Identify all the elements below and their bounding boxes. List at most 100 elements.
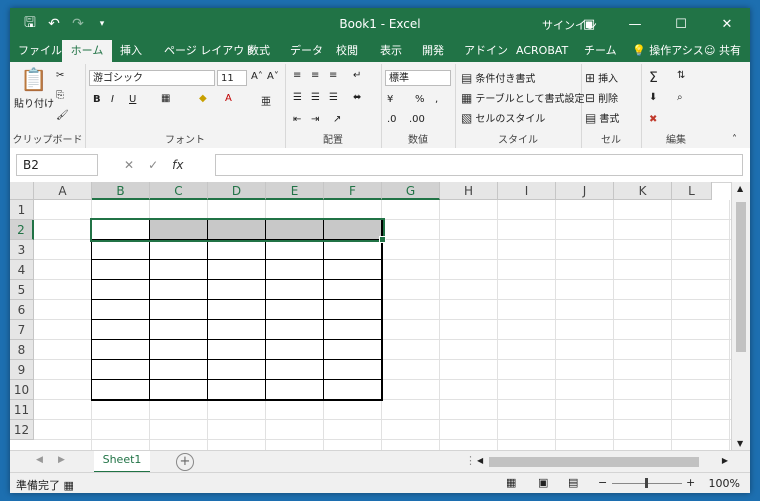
- column-header[interactable]: L: [672, 182, 712, 200]
- tab-acrobat[interactable]: ACROBAT: [512, 40, 572, 62]
- tab-file[interactable]: ファイル: [14, 40, 66, 62]
- macro-record-icon[interactable]: ▦: [64, 479, 74, 492]
- minimize-icon[interactable]: —: [612, 8, 658, 40]
- font-color-icon[interactable]: A: [225, 93, 232, 104]
- row-header[interactable]: 1: [10, 200, 34, 220]
- tab-insert[interactable]: 挿入: [116, 40, 146, 62]
- accounting-format-icon[interactable]: ¥: [387, 94, 393, 105]
- sheet-tab[interactable]: Sheet1: [94, 451, 150, 474]
- zoom-slider-thumb[interactable]: [645, 478, 648, 488]
- scroll-right-icon[interactable]: ▶: [722, 456, 728, 465]
- column-header[interactable]: H: [440, 182, 498, 200]
- row-header[interactable]: 11: [10, 400, 34, 420]
- tab-addins[interactable]: アドイン: [460, 40, 512, 62]
- ribbon-display-icon[interactable]: ▣: [566, 8, 612, 40]
- row-header[interactable]: 9: [10, 360, 34, 380]
- borders-icon[interactable]: ▦: [161, 93, 170, 104]
- add-sheet-icon[interactable]: +: [176, 453, 194, 471]
- scroll-down-icon[interactable]: ▼: [737, 439, 743, 448]
- column-header[interactable]: D: [208, 182, 266, 200]
- insert-cells-button[interactable]: ⊞ 挿入: [585, 70, 618, 86]
- cell-styles-button[interactable]: ▧ セルのスタイル: [461, 110, 545, 126]
- row-header[interactable]: 7: [10, 320, 34, 340]
- collapse-ribbon-icon[interactable]: ˄: [732, 134, 737, 145]
- wrap-text-icon[interactable]: ↵: [353, 70, 361, 81]
- zoom-level[interactable]: 100%: [709, 477, 740, 490]
- phonetic-icon[interactable]: 亜: [261, 93, 271, 108]
- format-cells-button[interactable]: ▤ 書式: [585, 110, 619, 126]
- insert-function-icon[interactable]: fx: [172, 158, 183, 172]
- column-header[interactable]: K: [614, 182, 672, 200]
- decrease-decimal-icon[interactable]: .00: [409, 114, 425, 125]
- row-header[interactable]: 3: [10, 240, 34, 260]
- font-size-select[interactable]: 11: [217, 70, 247, 86]
- underline-button[interactable]: U: [129, 94, 136, 105]
- align-left-icon[interactable]: ☰: [293, 92, 302, 103]
- column-header[interactable]: F: [324, 182, 382, 200]
- prev-sheet-icon[interactable]: ◀: [36, 455, 43, 465]
- row-header[interactable]: 10: [10, 380, 34, 400]
- merge-center-icon[interactable]: ⬌: [353, 92, 361, 103]
- column-header[interactable]: I: [498, 182, 556, 200]
- align-top-icon[interactable]: ≡: [293, 70, 301, 81]
- shrink-font-icon[interactable]: A˅: [267, 71, 279, 82]
- scroll-up-icon[interactable]: ▲: [737, 184, 743, 193]
- row-header[interactable]: 12: [10, 420, 34, 440]
- column-header[interactable]: G: [382, 182, 440, 200]
- close-icon[interactable]: ✕: [704, 8, 750, 40]
- italic-button[interactable]: I: [111, 94, 114, 105]
- number-format-select[interactable]: 標準: [385, 70, 451, 86]
- formula-input[interactable]: [215, 154, 743, 176]
- row-header[interactable]: 2: [10, 220, 34, 240]
- tab-data[interactable]: データ: [286, 40, 327, 62]
- grow-font-icon[interactable]: A˄: [251, 71, 263, 82]
- format-as-table-button[interactable]: ▦ テーブルとして書式設定: [461, 90, 584, 106]
- fill-color-icon[interactable]: ◆: [199, 93, 207, 104]
- fill-handle[interactable]: [379, 236, 386, 243]
- zoom-slider[interactable]: [612, 478, 682, 488]
- zoom-in-icon[interactable]: +: [686, 476, 695, 489]
- normal-view-icon[interactable]: ▦: [506, 476, 516, 489]
- tab-formulas[interactable]: 数式: [244, 40, 274, 62]
- delete-cells-button[interactable]: ⊟ 削除: [585, 90, 618, 106]
- column-header[interactable]: E: [266, 182, 324, 200]
- scroll-left-icon[interactable]: ◀: [477, 456, 483, 465]
- find-select-icon[interactable]: ⌕: [677, 92, 683, 103]
- cancel-icon[interactable]: ✕: [124, 158, 134, 172]
- share-button[interactable]: ☺ 共有: [700, 40, 745, 62]
- sort-filter-icon[interactable]: ⇅: [677, 70, 685, 81]
- format-painter-icon[interactable]: 🖌: [56, 110, 69, 121]
- clear-icon[interactable]: ✖: [649, 114, 657, 125]
- row-header[interactable]: 8: [10, 340, 34, 360]
- comma-style-icon[interactable]: ,: [435, 94, 438, 105]
- tab-review[interactable]: 校閲: [332, 40, 362, 62]
- name-box[interactable]: B2: [16, 154, 98, 176]
- zoom-out-icon[interactable]: −: [598, 476, 607, 489]
- align-center-icon[interactable]: ☰: [311, 92, 320, 103]
- increase-decimal-icon[interactable]: .0: [387, 114, 397, 125]
- column-header[interactable]: B: [92, 182, 150, 200]
- tab-view[interactable]: 表示: [376, 40, 406, 62]
- page-break-view-icon[interactable]: ▤: [568, 476, 578, 489]
- column-header[interactable]: A: [34, 182, 92, 200]
- column-header[interactable]: J: [556, 182, 614, 200]
- bold-button[interactable]: B: [93, 94, 101, 105]
- vertical-scrollbar[interactable]: ▲ ▼: [731, 182, 750, 450]
- horizontal-scrollbar[interactable]: ◀ ▶: [475, 455, 730, 469]
- next-sheet-icon[interactable]: ▶: [58, 455, 65, 465]
- orientation-icon[interactable]: ↗: [333, 114, 341, 125]
- percent-style-icon[interactable]: %: [415, 94, 425, 105]
- select-all-button[interactable]: [10, 182, 34, 200]
- column-header[interactable]: C: [150, 182, 208, 200]
- tab-developer[interactable]: 開発: [418, 40, 448, 62]
- fill-icon[interactable]: ⬇: [649, 92, 657, 103]
- maximize-icon[interactable]: ☐: [658, 8, 704, 40]
- horizontal-scroll-thumb[interactable]: [489, 457, 699, 467]
- page-layout-view-icon[interactable]: ▣: [538, 476, 548, 489]
- vertical-scroll-thumb[interactable]: [736, 202, 746, 352]
- row-header[interactable]: 5: [10, 280, 34, 300]
- copy-icon[interactable]: ⎘: [56, 90, 64, 101]
- align-bottom-icon[interactable]: ≡: [329, 70, 337, 81]
- cut-icon[interactable]: ✂: [56, 70, 64, 81]
- increase-indent-icon[interactable]: ⇥: [311, 114, 319, 125]
